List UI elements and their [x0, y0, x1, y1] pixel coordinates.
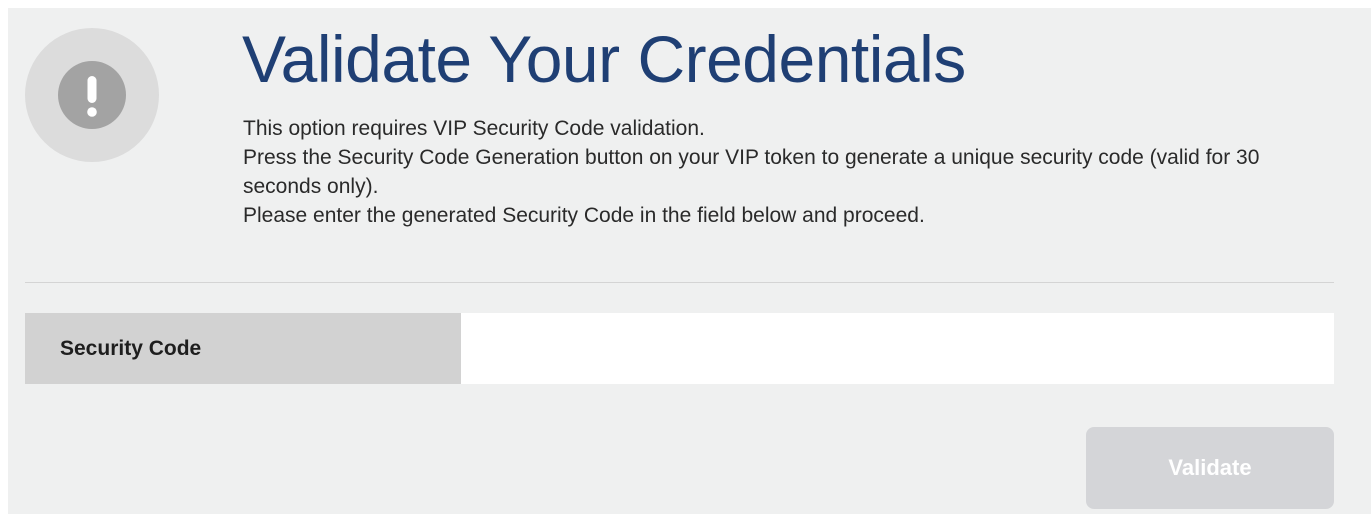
page-title: Validate Your Credentials — [242, 22, 966, 96]
instruction-line: This option requires VIP Security Code v… — [243, 117, 705, 140]
instruction-line: Please enter the generated Security Code… — [243, 204, 925, 227]
validate-button[interactable]: Validate — [1086, 427, 1334, 509]
security-code-input[interactable] — [461, 313, 1334, 384]
instruction-line: Press the Security Code Generation butto… — [243, 146, 1260, 198]
instructions: This option requires VIP Security Code v… — [243, 114, 1333, 230]
security-code-row: Security Code — [25, 313, 1334, 384]
security-code-label: Security Code — [25, 313, 461, 384]
credentials-panel: Validate Your Credentials This option re… — [8, 8, 1371, 514]
divider — [25, 282, 1334, 283]
exclamation-icon — [58, 61, 126, 129]
alert-badge — [25, 28, 159, 162]
